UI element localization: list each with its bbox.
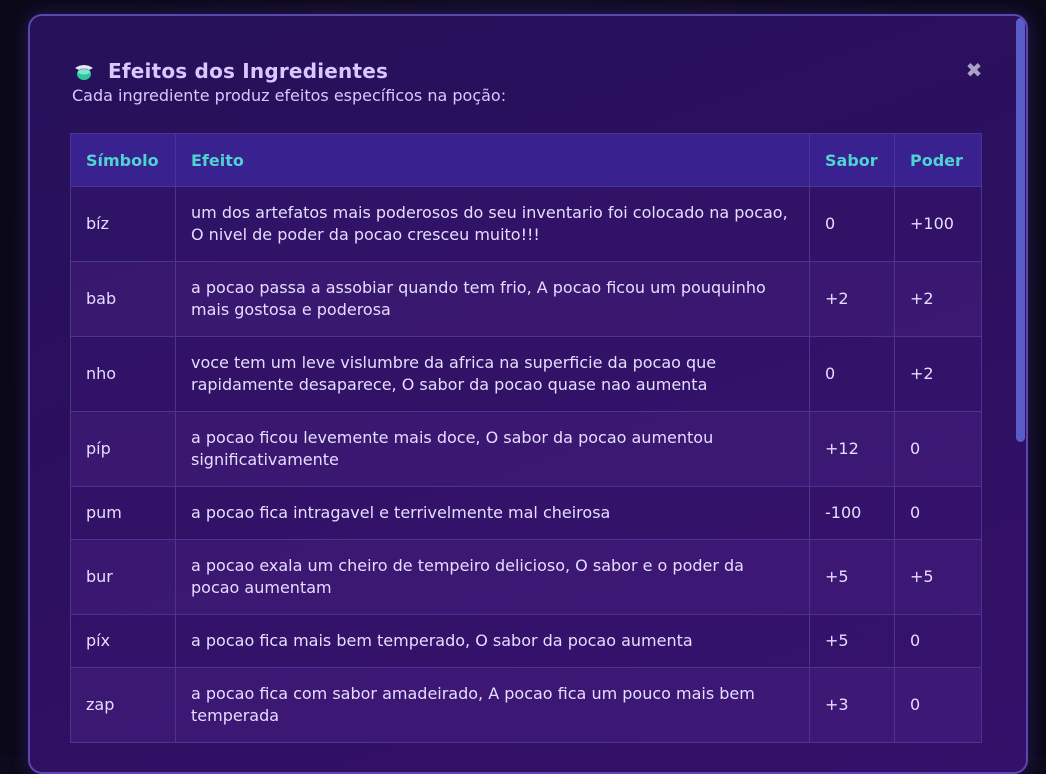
cell-efeito: a pocao ficou levemente mais doce, O sab… [175,411,810,487]
cell-sabor: +3 [809,667,895,743]
cell-efeito: voce tem um leve vislumbre da africa na … [175,336,810,412]
column-header-sabor: Sabor [809,133,895,187]
cell-poder: +2 [894,336,982,412]
cell-efeito: a pocao fica intragavel e terrivelmente … [175,486,810,540]
ingredients-modal: Efeitos dos Ingredientes Cada ingredient… [28,14,1028,774]
effects-table: Símbolo Efeito Sabor Poder bíz um dos ar… [70,133,982,743]
cell-efeito: um dos artefatos mais poderosos do seu i… [175,186,810,262]
cell-simbolo: bur [70,539,176,615]
cell-simbolo: zap [70,667,176,743]
cell-sabor: +5 [809,539,895,615]
table-row: nho voce tem um leve vislumbre da africa… [70,336,982,412]
title-row: Efeitos dos Ingredientes [72,58,986,84]
table-row: bíz um dos artefatos mais poderosos do s… [70,186,982,262]
table-row: píx a pocao fica mais bem temperado, O s… [70,614,982,668]
modal-subtitle: Cada ingrediente produz efeitos específi… [72,86,507,105]
cell-simbolo: pum [70,486,176,540]
table-row: pum a pocao fica intragavel e terrivelme… [70,486,982,540]
cell-simbolo: nho [70,336,176,412]
table-row: bab a pocao passa a assobiar quando tem … [70,261,982,337]
cell-efeito: a pocao exala um cheiro de tempeiro deli… [175,539,810,615]
cell-poder: +5 [894,539,982,615]
column-header-poder: Poder [894,133,982,187]
cell-efeito: a pocao passa a assobiar quando tem frio… [175,261,810,337]
modal-title: Efeitos dos Ingredientes [108,59,389,83]
cell-sabor: -100 [809,486,895,540]
cell-sabor: +12 [809,411,895,487]
cell-sabor: 0 [809,186,895,262]
table-row: bur a pocao exala um cheiro de tempeiro … [70,539,982,615]
cell-simbolo: píx [70,614,176,668]
cell-efeito: a pocao fica com sabor amadeirado, A poc… [175,667,810,743]
column-header-efeito: Efeito [175,133,810,187]
close-icon: ✖ [965,58,983,82]
cell-sabor: 0 [809,336,895,412]
cell-poder: 0 [894,411,982,487]
cell-sabor: +2 [809,261,895,337]
cell-poder: +2 [894,261,982,337]
cell-poder: 0 [894,667,982,743]
cell-simbolo: píp [70,411,176,487]
potion-icon [72,59,96,83]
cell-sabor: +5 [809,614,895,668]
effects-table-container: Símbolo Efeito Sabor Poder bíz um dos ar… [70,133,982,743]
table-row: zap a pocao fica com sabor amadeirado, A… [70,667,982,743]
cell-efeito: a pocao fica mais bem temperado, O sabor… [175,614,810,668]
cell-simbolo: bíz [70,186,176,262]
column-header-simbolo: Símbolo [70,133,176,187]
cell-poder: 0 [894,614,982,668]
cell-simbolo: bab [70,261,176,337]
modal-header: Efeitos dos Ingredientes Cada ingredient… [72,58,986,118]
modal-scrollbar[interactable] [1014,16,1026,772]
table-row: píp a pocao ficou levemente mais doce, O… [70,411,982,487]
scrollbar-thumb[interactable] [1016,18,1025,442]
table-header-row: Símbolo Efeito Sabor Poder [70,133,982,187]
cell-poder: 0 [894,486,982,540]
close-button[interactable]: ✖ [962,58,986,82]
cell-poder: +100 [894,186,982,262]
